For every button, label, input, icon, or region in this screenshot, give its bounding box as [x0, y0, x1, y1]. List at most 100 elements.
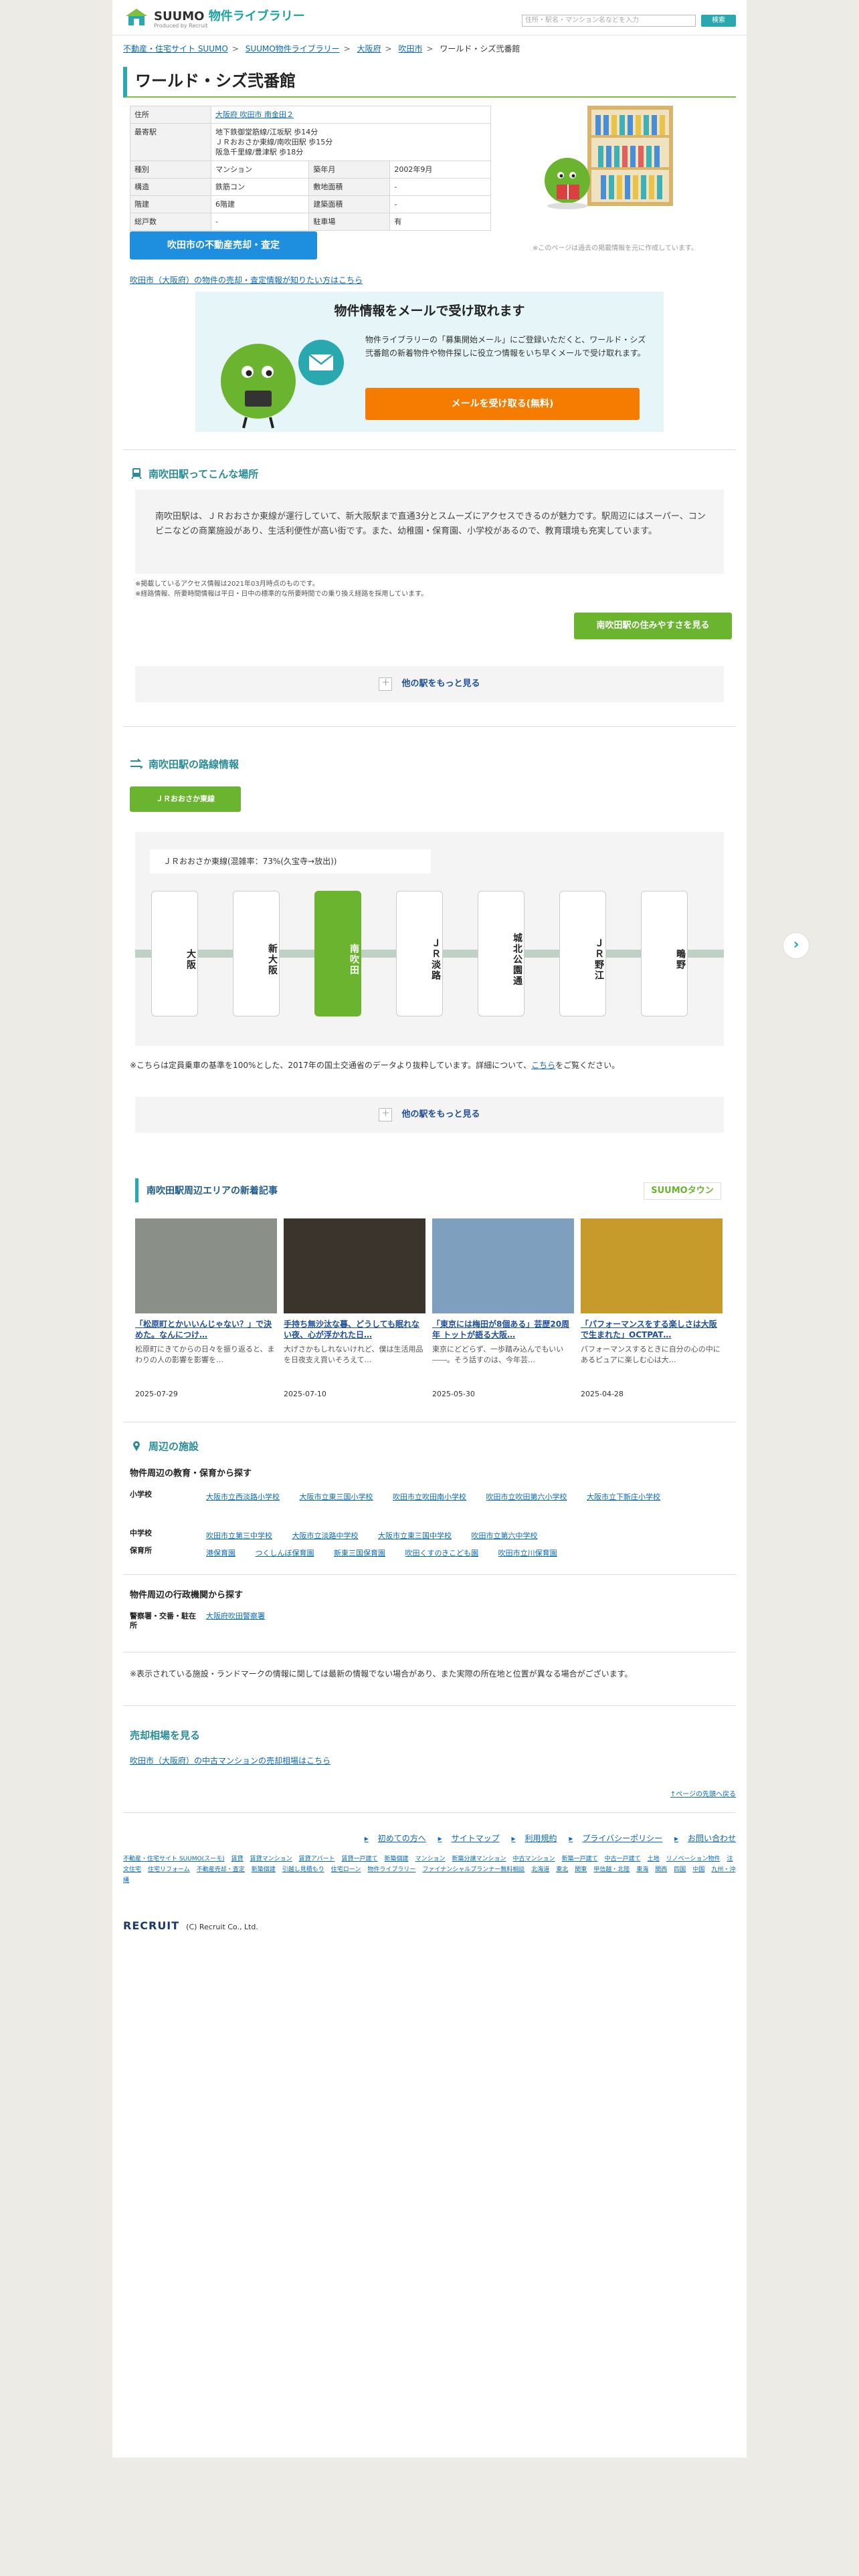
- footer-link[interactable]: ファイナンシャルプランナー無料相談: [422, 1866, 524, 1873]
- article-title[interactable]: 「松原町とかいいんじゃない？」で決めた。なんにつけ…: [135, 1319, 277, 1341]
- article-title[interactable]: 手持ち無沙汰な暮、どうしても眠れない夜、心が浮かれた日…: [284, 1319, 425, 1341]
- footer-link[interactable]: 東北: [556, 1866, 568, 1873]
- school-link[interactable]: 大阪市立西淡路小学校: [206, 1493, 280, 1501]
- station-card[interactable]: 城北公園通: [478, 891, 524, 1016]
- school-link[interactable]: 大阪市立東三国中学校: [378, 1531, 452, 1540]
- article-description: 松原町にきてからの日々を振り返ると、まわりの人の影響を影響を…: [135, 1345, 275, 1364]
- line-tab-osaka-higashi[interactable]: ＪＲおおさか東線: [130, 786, 241, 812]
- footer-nav-link[interactable]: ▸ サイトマップ: [438, 1834, 500, 1843]
- receive-mail-button[interactable]: メールを受け取る(無料): [365, 388, 640, 420]
- footer-link[interactable]: 四国: [674, 1866, 686, 1873]
- school-link[interactable]: 大阪市立東三国小学校: [300, 1493, 373, 1501]
- article-title[interactable]: 「東京には梅田が8個ある」芸歴20周年 トットが語る大阪…: [432, 1319, 574, 1341]
- sale-info-link[interactable]: 吹田市（大阪府）の物件の売却・査定情報が知りたい方はこちら: [130, 274, 363, 286]
- plus-icon: ＋: [379, 1107, 393, 1121]
- sell-price-link[interactable]: 吹田市（大阪府）の中古マンションの売却相場はこちら: [130, 1755, 330, 1766]
- police-label: 警察署・交番・駐在所: [130, 1612, 196, 1630]
- article-thumbnail[interactable]: [581, 1218, 723, 1313]
- house-logo-icon[interactable]: [123, 7, 150, 27]
- spec-station-line: ＪＲおおさか東線/南吹田駅 歩15分: [215, 138, 333, 146]
- article-title[interactable]: 「パフォーマンスをする楽しさは大阪で生まれた」OCTPAT…: [581, 1319, 723, 1341]
- site-header: SUUMO 物件ライブラリー Produced by Recruit 住所・駅名…: [112, 0, 747, 35]
- footer-nav-link[interactable]: ▸ 利用規約: [511, 1834, 557, 1843]
- nursery-link[interactable]: 吹田市立川保育園: [498, 1549, 557, 1558]
- school-link[interactable]: 吹田市立吹田第六小学校: [486, 1493, 567, 1501]
- next-stations-arrow-icon[interactable]: ›: [783, 932, 809, 959]
- article-card[interactable]: 「松原町とかいいんじゃない？」で決めた。なんにつけ… 松原町にきてからの日々を振り…: [135, 1218, 277, 1398]
- police-link[interactable]: 大阪府吹田警察署: [206, 1612, 265, 1620]
- footer-link[interactable]: 引越し見積もり: [282, 1866, 324, 1873]
- footer-link[interactable]: 関東: [575, 1866, 587, 1873]
- footer-nav-link[interactable]: ▸ プライバシーポリシー: [569, 1834, 662, 1843]
- footer-link[interactable]: 東海: [636, 1866, 648, 1873]
- footer-link[interactable]: 中古一戸建て: [605, 1856, 641, 1862]
- school-link[interactable]: 大阪市立下新庄小学校: [587, 1493, 660, 1501]
- station-card[interactable]: 鴫野: [641, 891, 688, 1016]
- footer-link[interactable]: マンション: [415, 1856, 446, 1862]
- footer-link[interactable]: 北海道: [531, 1866, 549, 1873]
- back-to-top-link[interactable]: ↑ページの先頭へ戻る: [670, 1788, 736, 1798]
- nursery-link[interactable]: 新東三国保育園: [334, 1549, 385, 1558]
- footer-link[interactable]: 新築個建: [252, 1866, 276, 1873]
- footer-link[interactable]: 賃貸マンション: [250, 1856, 292, 1862]
- nursery-link[interactable]: 港保育園: [206, 1549, 235, 1558]
- footer-link[interactable]: 中国: [692, 1866, 704, 1873]
- school-link[interactable]: 吹田市立吹田南小学校: [393, 1493, 466, 1501]
- article-card[interactable]: 手持ち無沙汰な暮、どうしても眠れない夜、心が浮かれた日… 大げさかもしれないけれど…: [284, 1218, 425, 1398]
- footer-nav-link[interactable]: ▸ 初めての方へ: [365, 1834, 426, 1843]
- footer-link[interactable]: 土地: [648, 1856, 660, 1862]
- article-thumbnail[interactable]: [135, 1218, 277, 1313]
- spec-station: 地下鉄御堂筋線/江坂駅 歩14分 ＪＲおおさか東線/南吹田駅 歩15分 阪急千里…: [211, 123, 491, 161]
- station-card[interactable]: 新大阪: [233, 891, 280, 1016]
- footer-links: 不動産・住宅サイト SUUMO(スーモ) 賃貸 賃貸マンション 賃貸アパート 賃貸一戸建…: [123, 1854, 736, 1886]
- more-stations-button[interactable]: ＋他の駅をもっと見る: [135, 666, 724, 702]
- more-stations-button-2[interactable]: ＋他の駅をもっと見る: [135, 1097, 724, 1133]
- livability-button[interactable]: 南吹田駅の住みやすさを見る: [574, 613, 732, 639]
- footer-link[interactable]: 住宅リフォーム: [148, 1866, 190, 1873]
- footer-link[interactable]: 住宅ローン: [331, 1866, 361, 1873]
- station-card[interactable]: ＪＲ淡路: [396, 891, 443, 1016]
- sale-assessment-button[interactable]: 吹田市の不動産売却・査定: [130, 231, 317, 259]
- footer-link[interactable]: 物件ライブラリー: [367, 1866, 415, 1873]
- footer-link[interactable]: 新築個建: [385, 1856, 409, 1862]
- education-title: 物件周辺の教育・保育から探す: [130, 1469, 252, 1479]
- footer-link[interactable]: 賃貸アパート: [299, 1856, 335, 1862]
- article-thumbnail[interactable]: [284, 1218, 425, 1313]
- search-input[interactable]: 住所・駅名・マンション名などを入力: [522, 15, 696, 27]
- breadcrumb-link-city[interactable]: 吹田市: [398, 44, 422, 53]
- footer-link[interactable]: リノベーション物件: [666, 1856, 721, 1862]
- article-card[interactable]: 「パフォーマンスをする楽しさは大阪で生まれた」OCTPAT… パフォーマンスすると…: [581, 1218, 723, 1398]
- footer-link[interactable]: 不動産売却・査定: [197, 1866, 245, 1873]
- footer-link[interactable]: 関西: [655, 1866, 667, 1873]
- nursery-link[interactable]: つくしんぼ保育園: [256, 1549, 314, 1558]
- footer-link[interactable]: 甲信越・北陸: [593, 1866, 630, 1873]
- footer-nav-link[interactable]: ▸ お問い合わせ: [674, 1834, 736, 1843]
- school-link[interactable]: 吹田市立第六中学校: [472, 1531, 538, 1540]
- station-card[interactable]: ＪＲ野江: [559, 891, 606, 1016]
- article-thumbnail[interactable]: [432, 1218, 574, 1313]
- footer-link[interactable]: 不動産・住宅サイト SUUMO(スーモ): [123, 1856, 225, 1862]
- footer-link[interactable]: 新築一戸建て: [562, 1856, 598, 1862]
- footer-link[interactable]: 賃貸一戸建て: [341, 1856, 377, 1862]
- breadcrumb-link-prefecture[interactable]: 大阪府: [357, 44, 381, 53]
- search-button[interactable]: 検索: [701, 15, 736, 27]
- spec-station-line: 地下鉄御堂筋線/江坂駅 歩14分: [215, 128, 318, 136]
- footer-link[interactable]: 賃貸: [231, 1856, 244, 1862]
- article-card[interactable]: 「東京には梅田が8個ある」芸歴20周年 トットが語る大阪… 東京にどどらず、一歩踏…: [432, 1218, 574, 1398]
- station-card[interactable]: 大阪: [151, 891, 198, 1016]
- nursery-link[interactable]: 吹田くすのきこども園: [405, 1549, 479, 1558]
- site-logo[interactable]: SUUMO 物件ライブラリー: [154, 7, 305, 24]
- school-link[interactable]: 大阪市立淡路中学校: [292, 1531, 359, 1540]
- article-description: パフォーマンスするときに自分の心の中にあるピュアに楽しむ心は大…: [581, 1345, 721, 1364]
- breadcrumb-link-library[interactable]: SUUMO物件ライブラリー: [246, 44, 340, 53]
- news-title: 南吹田駅周辺エリアの新着記事: [147, 1186, 278, 1196]
- suumo-town-logo[interactable]: SUUMOタウン: [644, 1182, 721, 1200]
- about-station-box: 南吹田駅は、ＪＲおおさか東線が運行していて、新大阪駅まで直通3分とスムーズにアク…: [135, 490, 724, 574]
- details-link[interactable]: こちら: [531, 1061, 555, 1070]
- breadcrumb-link-suumo[interactable]: 不動産・住宅サイト SUUMO: [123, 44, 228, 53]
- footer-link[interactable]: 中古マンション: [513, 1856, 555, 1862]
- footer-link[interactable]: 新築分譲マンション: [452, 1856, 506, 1862]
- station-card[interactable]: 南吹田: [314, 891, 361, 1016]
- school-link[interactable]: 吹田市立第三中学校: [206, 1531, 272, 1540]
- spec-address-link[interactable]: 大阪府 吹田市 南金田２: [215, 110, 294, 119]
